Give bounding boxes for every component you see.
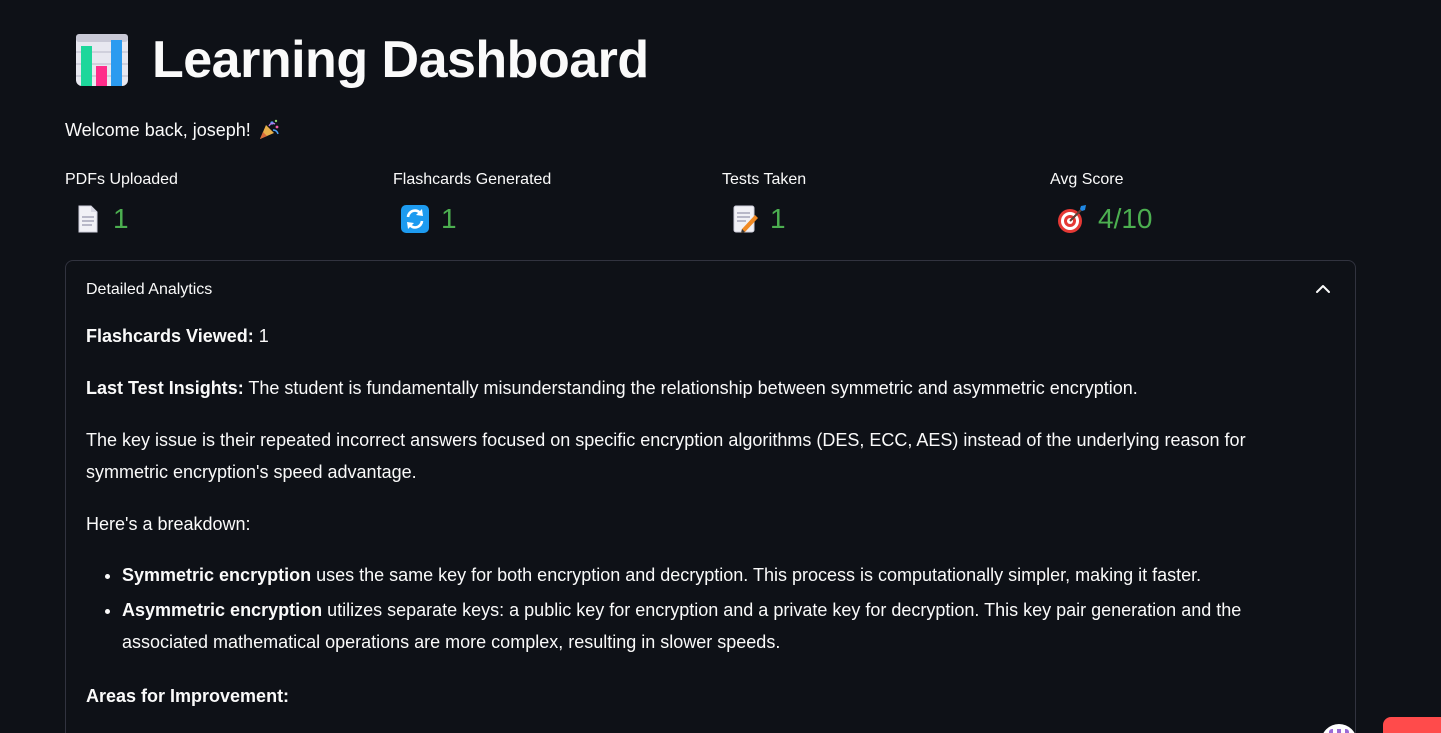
dashboard-page: Learning Dashboard Welcome back, joseph!… (0, 0, 1441, 733)
flashcards-viewed-label: Flashcards Viewed: (86, 326, 254, 346)
welcome-text: Welcome back, joseph! (65, 120, 251, 140)
list-item: Symmetric encryption uses the same key f… (122, 559, 1312, 591)
metric-label: Avg Score (1050, 171, 1124, 188)
insights-text: The student is fundamentally misundersta… (248, 378, 1138, 398)
metric-value: 1 (441, 203, 457, 234)
metric-flashcards-generated: Flashcards Generated 1 (393, 170, 551, 235)
bullet-text: uses the same key for both encryption an… (311, 565, 1202, 585)
metric-tests-taken: Tests Taken 1 (722, 170, 806, 235)
target-icon (1058, 205, 1086, 233)
page-title: Learning Dashboard (152, 31, 649, 89)
chevron-up-icon[interactable] (1313, 279, 1333, 299)
metric-value: 1 (113, 203, 129, 234)
breakdown-list: Symmetric encryption uses the same key f… (86, 559, 1312, 661)
key-issue-paragraph: The key issue is their repeated incorrec… (86, 430, 1246, 482)
metric-pdfs-uploaded: PDFs Uploaded 1 (65, 170, 178, 235)
metric-value: 1 (770, 203, 786, 234)
bar-chart-icon (76, 34, 128, 86)
party-popper-icon (259, 119, 279, 139)
metric-label: PDFs Uploaded (65, 171, 178, 188)
expander-header[interactable]: Detailed Analytics (86, 280, 212, 300)
page-icon (78, 205, 98, 233)
manage-app-button[interactable] (1383, 717, 1441, 733)
insights-label: Last Test Insights: (86, 378, 244, 398)
bullet-bold: Symmetric encryption (122, 565, 312, 585)
welcome-message: Welcome back, joseph! (65, 117, 280, 143)
title-row: Learning Dashboard (74, 28, 649, 92)
areas-label: Areas for Improvement: (86, 686, 290, 706)
metric-label: Flashcards Generated (393, 171, 552, 188)
breakdown-intro: Here's a breakdown: (86, 514, 251, 534)
list-item: Asymmetric encryption utilizes separate … (122, 594, 1312, 658)
detailed-analytics-expander: Detailed Analytics Flashcards Viewed: 1 … (65, 260, 1356, 733)
metric-value: 4/10 (1098, 203, 1153, 234)
flashcards-viewed-value: 1 (258, 326, 269, 346)
last-test-insights-line: Last Test Insights: The student is funda… (86, 372, 1306, 404)
memo-icon (733, 205, 758, 233)
bullet-bold: Asymmetric encryption (122, 600, 323, 620)
metric-label: Tests Taken (722, 171, 807, 188)
metric-avg-score: Avg Score 4/10 (1050, 170, 1153, 235)
areas-for-improvement-heading: Areas for Improvement: (86, 680, 1306, 712)
flashcards-viewed-line: Flashcards Viewed: 1 (86, 320, 1306, 352)
refresh-icon (401, 205, 429, 233)
